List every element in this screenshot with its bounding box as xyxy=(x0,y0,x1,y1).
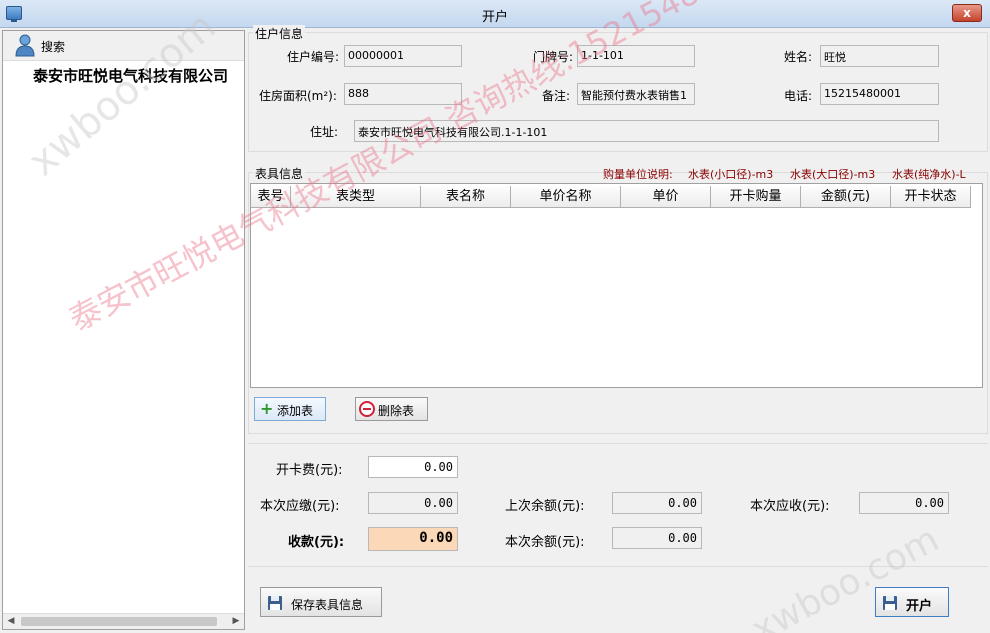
search-bar[interactable]: 搜索 xyxy=(3,31,244,61)
due-label: 本次应缴(元): xyxy=(260,499,340,514)
meter-info-title: 表具信息 xyxy=(253,165,306,182)
collect-input[interactable]: 0.00 xyxy=(368,527,458,551)
name-field[interactable]: 旺悦 xyxy=(820,45,939,67)
scroll-thumb[interactable] xyxy=(21,617,217,626)
search-label[interactable]: 搜索 xyxy=(41,38,65,55)
floppy-disk-icon xyxy=(883,596,897,610)
card-fee-input[interactable]: 0.00 xyxy=(368,456,458,478)
column-header[interactable]: 开卡状态 xyxy=(891,186,971,208)
unit-legend-large: 水表(大口径)-m3 xyxy=(790,168,876,181)
column-header[interactable]: 表号 xyxy=(251,186,291,208)
resident-info-title: 住户信息 xyxy=(253,25,306,42)
note-label: 备注: xyxy=(542,89,571,103)
column-header[interactable]: 表名称 xyxy=(421,186,511,208)
user-icon xyxy=(15,34,35,57)
resident-id-field[interactable]: 00000001 xyxy=(344,45,462,67)
door-number-label: 门牌号: xyxy=(533,50,574,64)
title-bar: 开户 x xyxy=(0,0,990,28)
last-balance-field[interactable]: 0.00 xyxy=(612,492,702,514)
separator xyxy=(248,443,988,444)
unit-legend-pure: 水表(纯净水)-L xyxy=(892,168,966,181)
scroll-left-icon[interactable]: ◀ xyxy=(3,614,19,629)
delete-meter-button[interactable]: 删除表 xyxy=(355,397,428,421)
meter-table[interactable]: 表号 表类型 表名称 单价名称 单价 开卡购量 金额(元) 开卡状态 xyxy=(250,183,983,388)
save-meter-button[interactable]: 保存表具信息 xyxy=(260,587,382,617)
name-label: 姓名: xyxy=(784,50,813,64)
door-number-field[interactable]: 1-1-101 xyxy=(577,45,695,67)
column-header[interactable]: 金额(元) xyxy=(801,186,891,208)
note-field[interactable]: 智能预付费水表销售1 xyxy=(577,83,695,105)
collect-label: 收款(元): xyxy=(288,535,345,550)
column-header[interactable]: 单价名称 xyxy=(511,186,621,208)
receivable-label: 本次应收(元): xyxy=(750,499,830,514)
unit-legend-label: 购量单位说明: xyxy=(603,168,673,181)
unit-legend-small: 水表(小口径)-m3 xyxy=(688,168,774,181)
address-label: 住址: xyxy=(310,125,339,139)
close-button[interactable]: x xyxy=(952,4,982,22)
column-header[interactable]: 开卡购量 xyxy=(711,186,801,208)
meter-table-header: 表号 表类型 表名称 单价名称 单价 开卡购量 金额(元) 开卡状态 xyxy=(251,186,971,208)
card-fee-label: 开卡费(元): xyxy=(276,463,343,478)
minus-circle-icon xyxy=(359,401,375,417)
tree-item-company[interactable]: 泰安市旺悦电气科技有限公司 xyxy=(33,65,243,86)
area-label: 住房面积(m²): xyxy=(259,89,337,103)
open-account-button[interactable]: 开户 xyxy=(875,587,949,617)
floppy-disk-icon xyxy=(268,596,282,610)
resident-id-label: 住户编号: xyxy=(287,50,340,64)
last-balance-label: 上次余额(元): xyxy=(505,499,585,514)
receivable-field[interactable]: 0.00 xyxy=(859,492,949,514)
plus-icon: + xyxy=(260,399,274,418)
horizontal-scrollbar[interactable]: ◀ ▶ xyxy=(3,613,244,629)
add-meter-button[interactable]: + 添加表 xyxy=(254,397,326,421)
phone-field[interactable]: 15215480001 xyxy=(820,83,939,105)
column-header[interactable]: 单价 xyxy=(621,186,711,208)
current-balance-label: 本次余额(元): xyxy=(505,535,585,550)
scroll-right-icon[interactable]: ▶ xyxy=(228,614,244,629)
column-header[interactable]: 表类型 xyxy=(291,186,421,208)
due-field[interactable]: 0.00 xyxy=(368,492,458,514)
current-balance-field[interactable]: 0.00 xyxy=(612,527,702,549)
left-tree-panel: 搜索 泰安市旺悦电气科技有限公司 ◀ ▶ xyxy=(2,30,245,630)
area-field[interactable]: 888 xyxy=(344,83,462,105)
window-title: 开户 xyxy=(481,10,508,25)
separator xyxy=(248,566,988,567)
address-field[interactable]: 泰安市旺悦电气科技有限公司.1-1-101 xyxy=(354,120,939,142)
phone-label: 电话: xyxy=(784,89,813,103)
